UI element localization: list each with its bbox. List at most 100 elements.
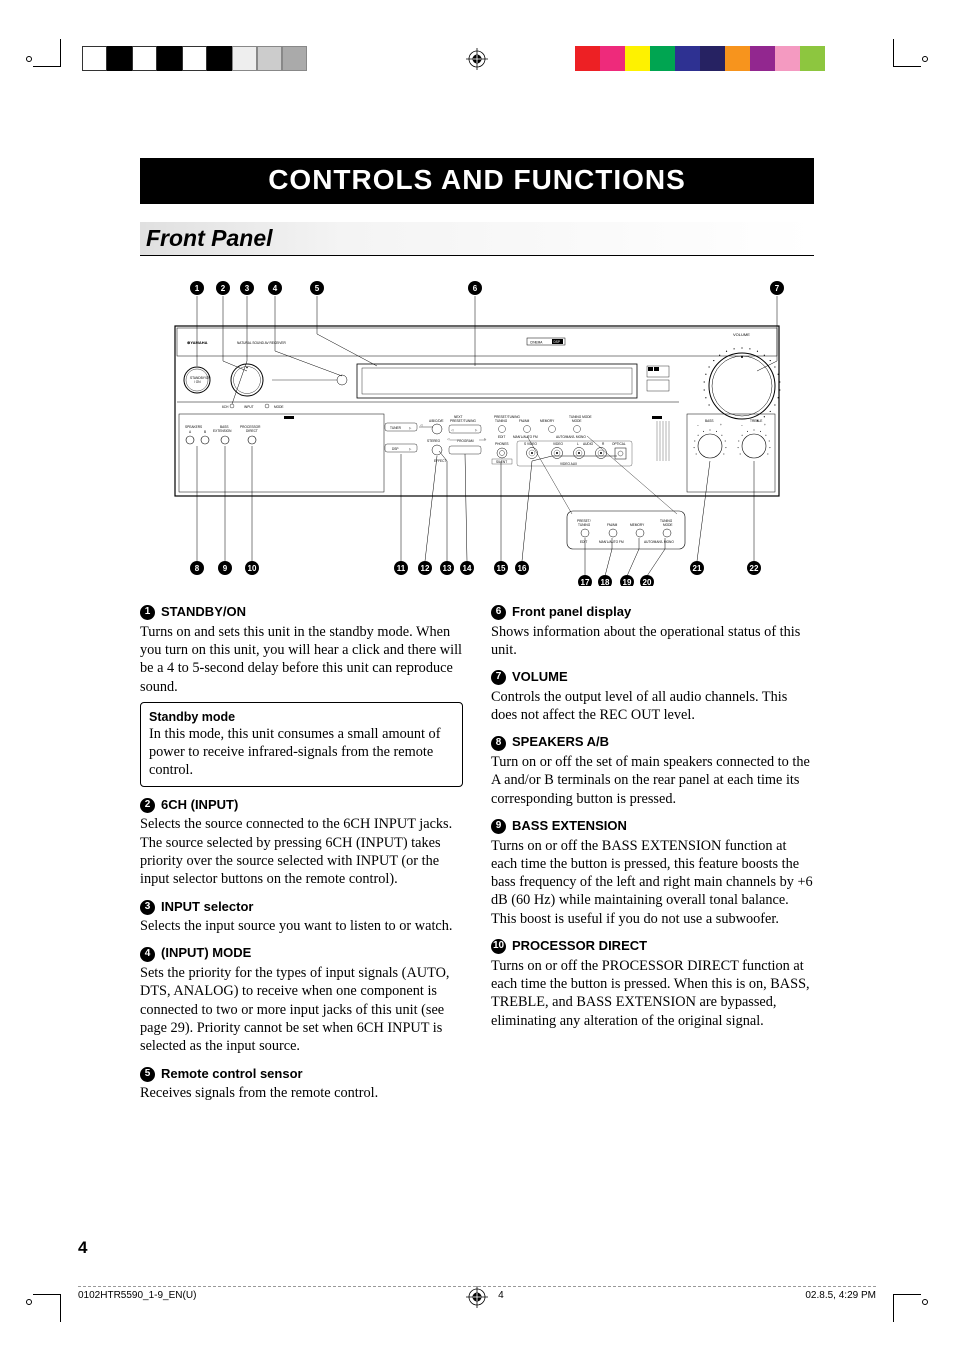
svg-text:13: 13 [443,564,452,573]
svg-text:TUNER: TUNER [390,426,402,430]
svg-text:MEMORY: MEMORY [540,419,555,423]
svg-text:17: 17 [581,578,590,586]
print-bars-left [82,46,307,71]
item-body: Turns on or off the PROCESSOR DIRECT fun… [491,957,814,1030]
box-title: Standby mode [149,709,454,725]
left-column: 1STANDBY/ONTurns on and sets this unit i… [140,604,463,1102]
crop-mark [893,1294,894,1322]
svg-text:+: + [720,423,722,427]
svg-text:EDIT: EDIT [580,540,587,544]
right-column: 6Front panel display Shows information ab… [491,604,814,1102]
svg-text:L: L [577,442,579,446]
callout-number-icon: 7 [491,670,506,685]
svg-text:–: – [741,423,743,427]
svg-text:◁: ◁ [451,428,454,432]
crop-mark [60,1294,61,1322]
svg-text:12: 12 [421,564,430,573]
svg-text:MODE: MODE [572,419,582,423]
svg-text:FM/AM: FM/AM [607,523,618,527]
svg-text:20: 20 [643,578,652,586]
svg-text:BASS: BASS [705,419,714,423]
registration-dot [26,1299,32,1305]
crop-mark [893,66,921,67]
svg-text:18: 18 [601,578,610,586]
svg-text:EDIT: EDIT [498,435,505,439]
callout-number-icon: 6 [491,605,506,620]
item-heading: 5Remote control sensor [140,1066,463,1083]
svg-text:11: 11 [397,564,406,573]
svg-text:EXTENSION: EXTENSION [213,429,232,433]
svg-text:7: 7 [775,284,780,293]
item-heading: 26CH (INPUT) [140,797,463,814]
print-bars-right [575,46,825,71]
page-number: 4 [78,1238,87,1258]
svg-text:9: 9 [223,564,228,573]
registration-dot [922,1299,928,1305]
svg-text:+: + [764,423,766,427]
callout-number-icon: 4 [140,947,155,962]
item-body: Controls the output level of all audio c… [491,688,814,725]
svg-text:2: 2 [221,284,226,293]
svg-text:▷: ▷ [409,426,412,430]
svg-text:21: 21 [693,564,702,573]
svg-text:◁: ◁ [420,423,423,427]
svg-text:–: – [697,423,699,427]
svg-text:TREBLE: TREBLE [750,419,762,423]
item-heading: 7VOLUME [491,669,814,686]
item-body: Shows information about the operational … [491,623,814,660]
svg-text:CINEMA: CINEMA [530,341,543,345]
footer-date: 02.8.5, 4:29 PM [805,1290,876,1301]
callout-number-icon: 1 [140,605,155,620]
item-heading: 1STANDBY/ON [140,604,463,621]
svg-text:MODE: MODE [274,405,284,409]
svg-text:A: A [189,430,192,434]
svg-text:A/B/C/D/E: A/B/C/D/E [429,419,444,423]
item-heading: 10PROCESSOR DIRECT [491,938,814,955]
item-body: Selects the source connected to the 6CH … [140,815,463,888]
front-panel-diagram: .mini{font-size:4px}.tiny{font-size:3.2p… [140,266,814,586]
svg-text:19: 19 [623,578,632,586]
page-banner: CONTROLS AND FUNCTIONS [140,158,814,204]
svg-text:DSP: DSP [554,340,561,344]
svg-text:▷: ▷ [484,437,487,441]
svg-text:TUNING: TUNING [578,523,591,527]
svg-text:22: 22 [750,564,759,573]
svg-text:SILENT: SILENT [496,460,507,464]
svg-text:8: 8 [195,564,200,573]
crop-mark [33,1294,61,1295]
callout-number-icon: 5 [140,1067,155,1082]
svg-text:PHONES: PHONES [495,442,508,446]
svg-text:VIDEO AUX: VIDEO AUX [560,462,578,466]
svg-text:◁: ◁ [447,437,450,441]
svg-text:PROGRAM: PROGRAM [457,439,474,443]
item-body: Turn on or off the set of main speakers … [491,753,814,808]
item-heading: 6Front panel display [491,604,814,621]
svg-text:VIDEO: VIDEO [553,442,563,446]
crop-mark [893,39,894,67]
svg-text:⊛YAMAHA: ⊛YAMAHA [187,340,208,345]
box-body: In this mode, this unit consumes a small… [149,725,454,780]
callout-number-icon: 3 [140,900,155,915]
item-body: Receives signals from the remote control… [140,1084,463,1102]
svg-text:DIRECT: DIRECT [246,429,258,433]
svg-text:FM/AM: FM/AM [519,419,530,423]
callout-number-icon: 9 [491,819,506,834]
svg-text:1: 1 [195,284,200,293]
svg-text:EFFECT: EFFECT [434,459,446,463]
svg-text:OPTICAL: OPTICAL [612,442,626,446]
svg-text:5: 5 [315,284,320,293]
section-title: Front Panel [140,222,814,256]
svg-text:TUNING: TUNING [495,419,508,423]
footer-file: 0102HTR5590_1-9_EN(U) [78,1290,196,1301]
registration-dot [26,56,32,62]
svg-text:4: 4 [273,284,278,293]
registration-dot [922,56,928,62]
svg-text:SPEAKERS: SPEAKERS [185,425,202,429]
crop-mark [893,1294,921,1295]
svg-text:6CH: 6CH [222,405,229,409]
svg-text:15: 15 [497,564,506,573]
svg-text:NATURAL SOUND AV RECEIVER: NATURAL SOUND AV RECEIVER [237,341,287,345]
item-heading: 3INPUT selector [140,899,463,916]
svg-text:6: 6 [473,284,478,293]
svg-text:AUDIO: AUDIO [583,442,594,446]
